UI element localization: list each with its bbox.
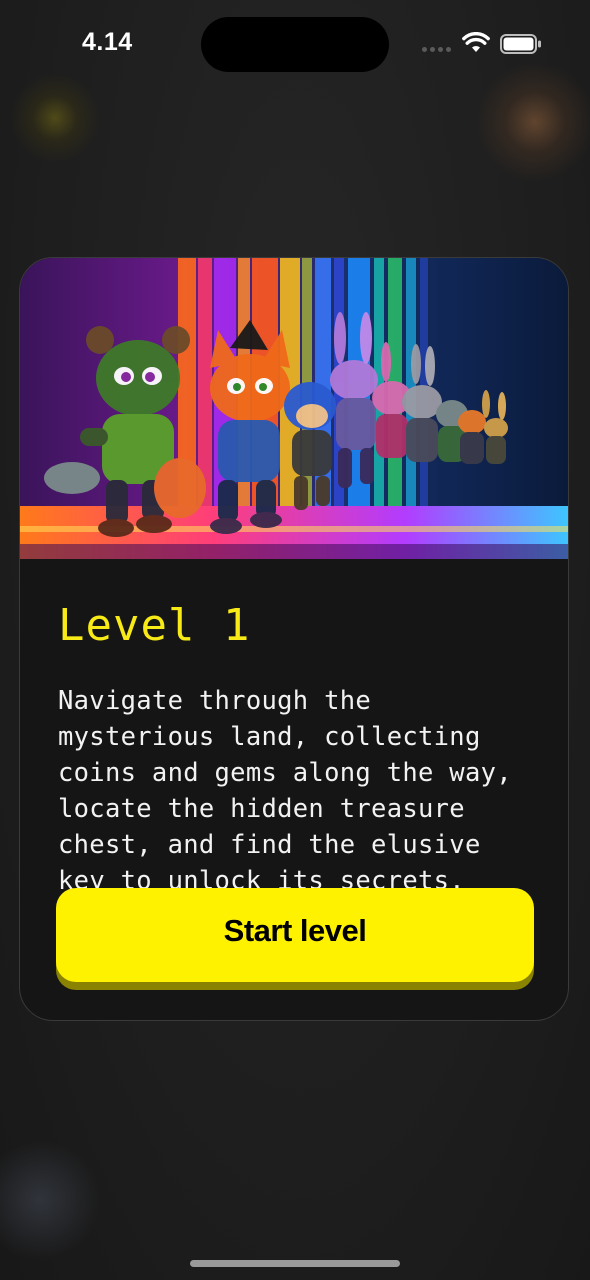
level-card: Level 1 Navigate through the mysterious … xyxy=(19,257,569,1021)
cellular-signal-icon xyxy=(422,47,451,52)
level-title: Level 1 xyxy=(58,600,251,651)
start-level-button[interactable]: Start level xyxy=(56,888,534,982)
battery-icon xyxy=(500,34,541,54)
status-time: 4.14 xyxy=(82,28,133,56)
level-description: Navigate through the mysterious land, co… xyxy=(58,686,512,896)
home-indicator[interactable] xyxy=(190,1260,400,1267)
level-screen: 4.14 Level 1 Navigate through the myster… xyxy=(0,0,590,1280)
level-hero-image xyxy=(20,258,568,559)
status-bar: 4.14 xyxy=(0,0,590,90)
wifi-icon xyxy=(462,32,490,52)
dynamic-island xyxy=(201,17,389,72)
